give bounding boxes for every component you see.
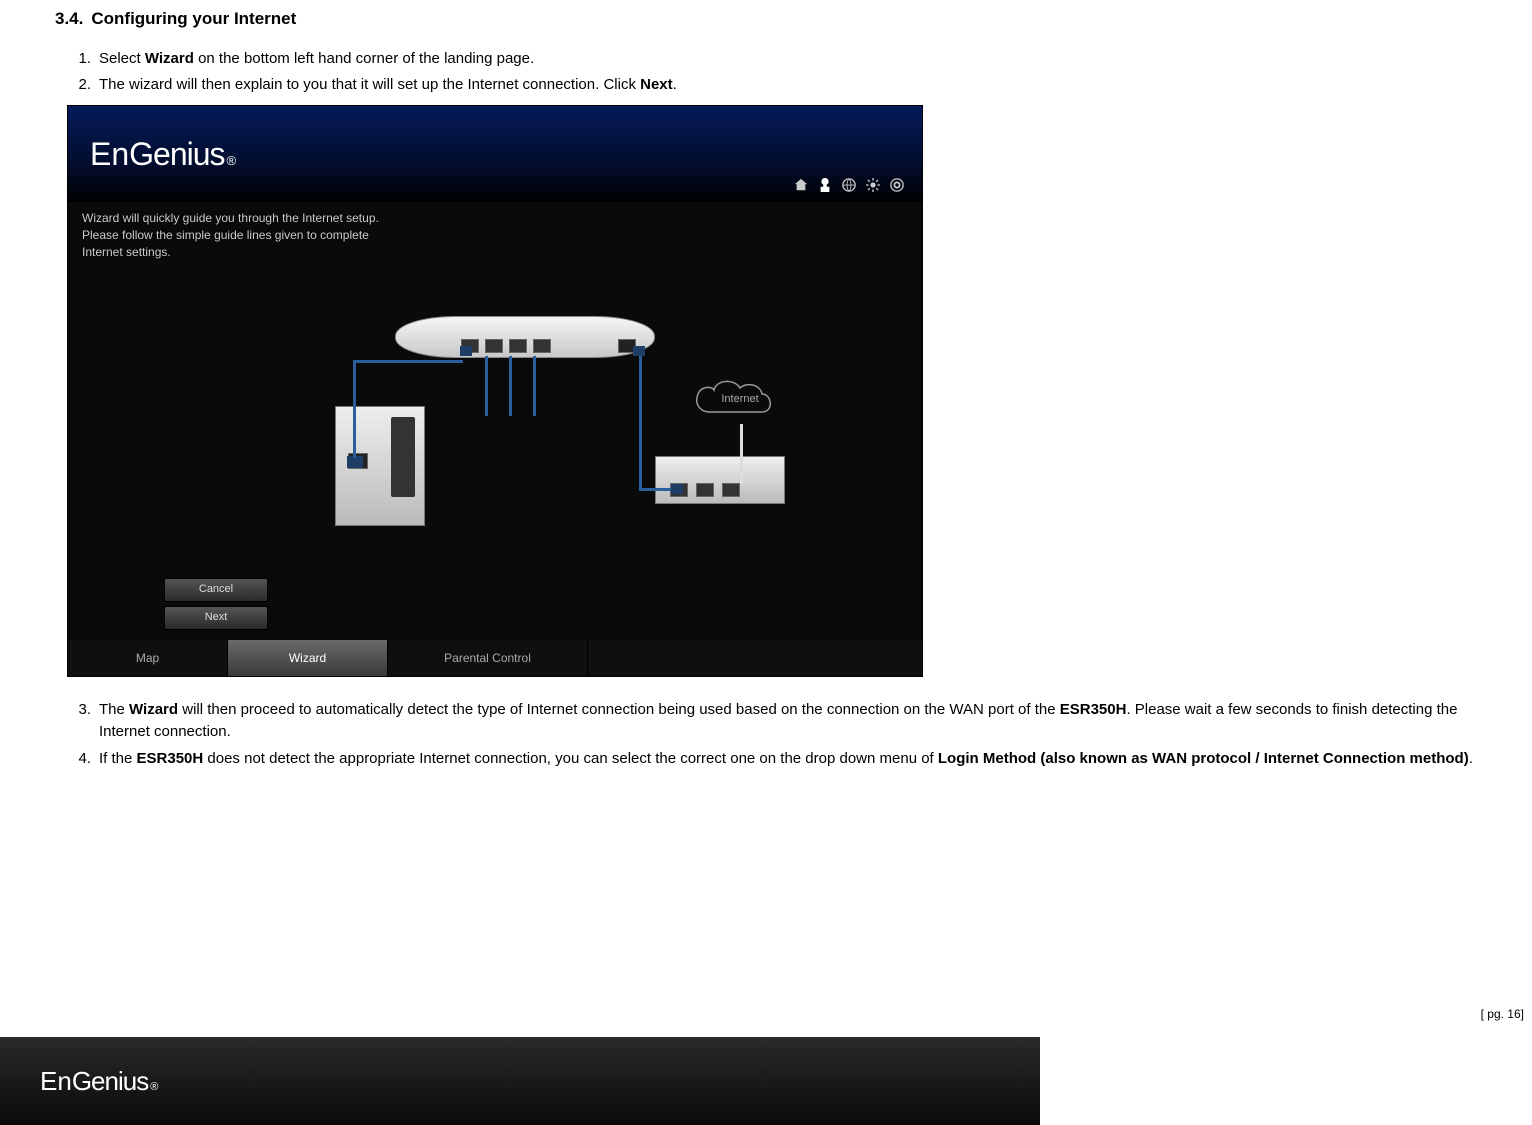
home-icon[interactable] — [794, 178, 808, 192]
internet-cloud: Internet — [690, 372, 790, 424]
connection-diagram: Internet — [185, 316, 805, 546]
footer-bar: EnGenius® — [0, 1037, 1040, 1125]
next-button[interactable]: Next — [164, 606, 268, 630]
step-4: If the ESR350H does not detect the appro… — [99, 748, 1477, 771]
nav-parental-control[interactable]: Parental Control — [388, 640, 588, 676]
wizard-button-group: Cancel Next — [164, 578, 268, 630]
wizard-screenshot: EnGenius® Wizard will quickly guide you … — [67, 105, 923, 677]
steps-list-upper: Select Wizard on the bottom left hand co… — [55, 48, 1477, 97]
help-icon[interactable] — [890, 178, 904, 192]
step-2: The wizard will then explain to you that… — [99, 74, 1477, 97]
section-heading: 3.4. Configuring your Internet — [55, 6, 1477, 32]
header-icon-bar — [794, 178, 904, 192]
section-title: Configuring your Internet — [91, 9, 296, 28]
app-header: EnGenius® — [68, 106, 922, 202]
steps-list-lower: The Wizard will then proceed to automati… — [55, 699, 1477, 771]
nav-wizard[interactable]: Wizard — [228, 640, 388, 676]
step-3: The Wizard will then proceed to automati… — [99, 699, 1477, 744]
cloud-label: Internet — [721, 393, 758, 405]
footer-engenius-logo: EnGenius® — [40, 1062, 158, 1101]
step-1: Select Wizard on the bottom left hand co… — [99, 48, 1477, 71]
settings-icon[interactable] — [866, 178, 880, 192]
bold-next: Next — [640, 76, 673, 93]
cancel-button[interactable]: Cancel — [164, 578, 268, 602]
modem-device — [655, 456, 785, 504]
network-icon[interactable] — [818, 178, 832, 192]
router-device — [395, 316, 655, 358]
bold-wizard: Wizard — [145, 50, 194, 67]
section-number: 3.4. — [55, 9, 83, 28]
engenius-logo: EnGenius® — [90, 130, 236, 178]
globe-icon[interactable] — [842, 178, 856, 192]
page-number: [ pg. 16] — [1481, 1005, 1524, 1023]
bottom-nav: Map Wizard Parental Control — [68, 640, 922, 676]
wizard-intro-text: Wizard will quickly guide you through th… — [82, 210, 379, 262]
nav-map[interactable]: Map — [68, 640, 228, 676]
